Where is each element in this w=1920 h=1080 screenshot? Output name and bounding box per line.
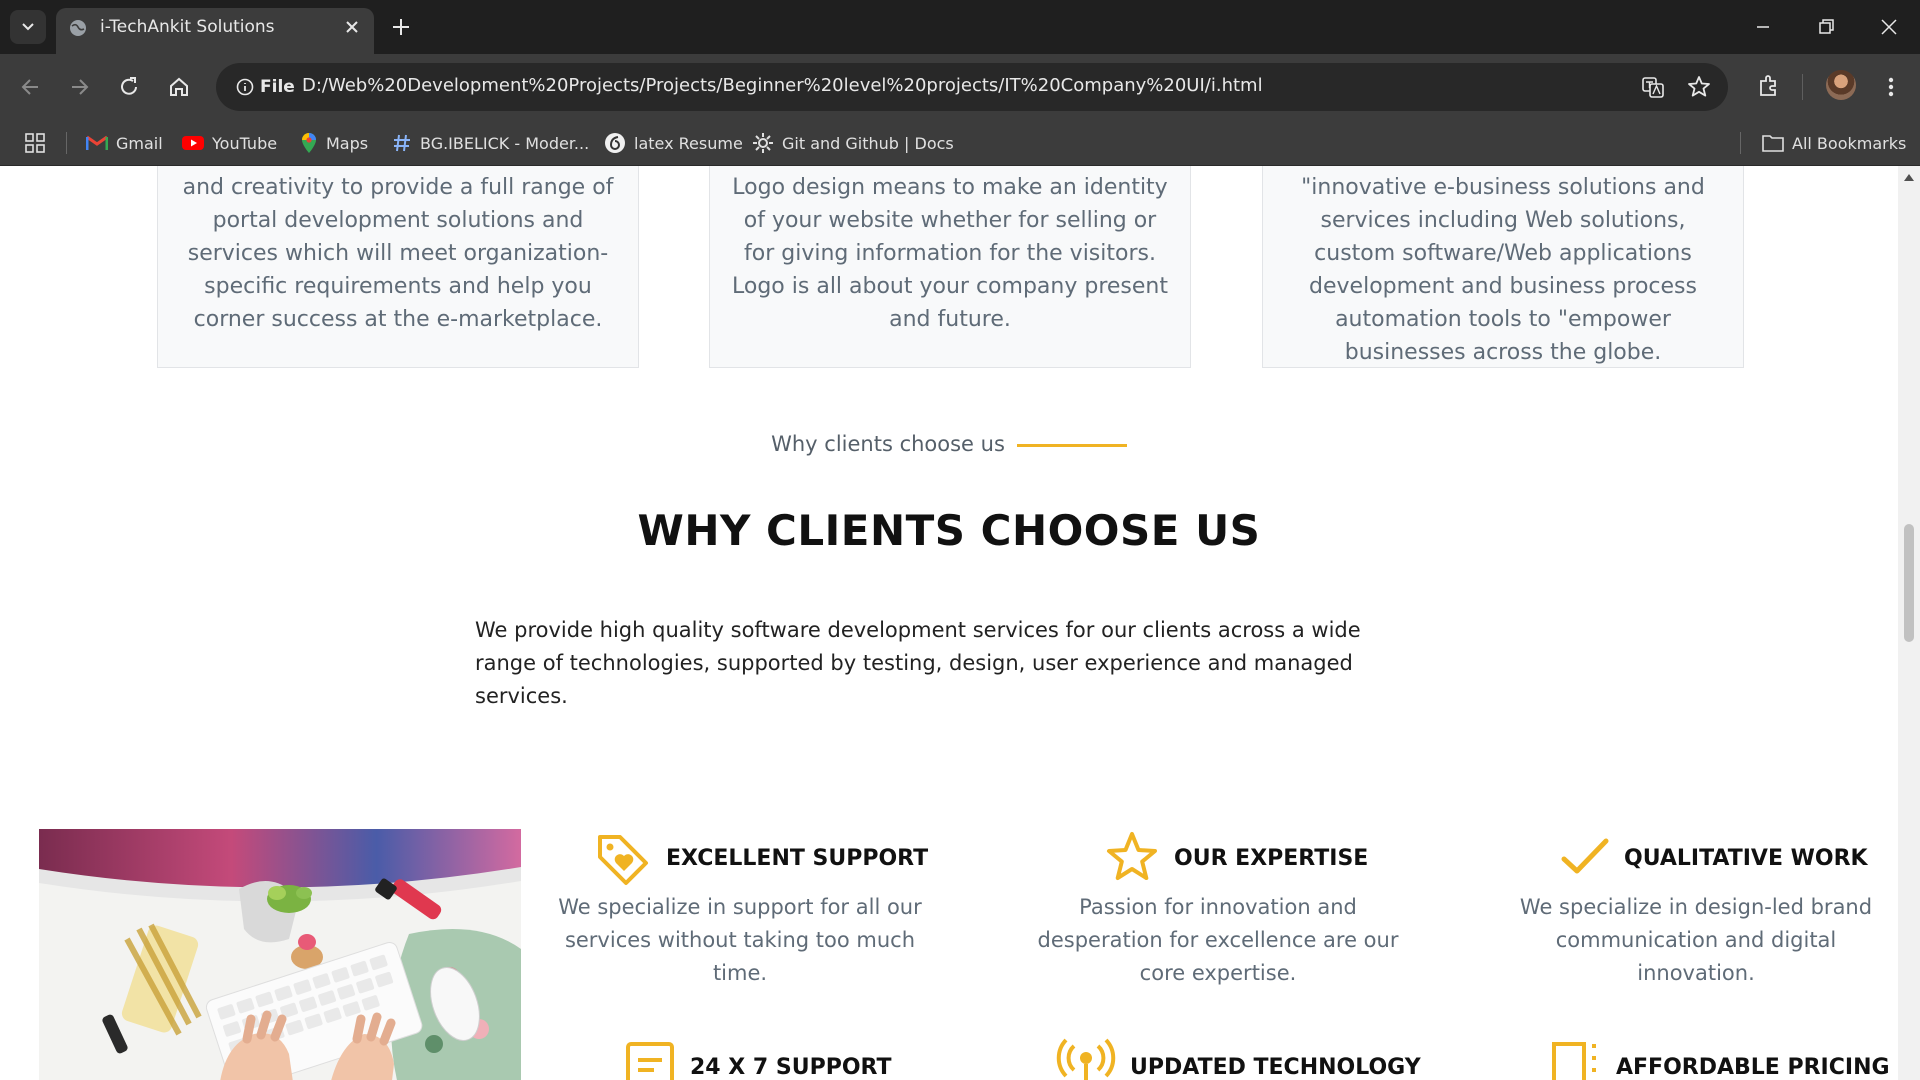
bookmarks-divider: [66, 132, 67, 154]
bookmark-maps[interactable]: Maps: [300, 132, 368, 154]
site-info-button[interactable]: File: [226, 71, 305, 103]
profile-avatar[interactable]: [1826, 70, 1856, 100]
feature-title: OUR EXPERTISE: [1174, 845, 1369, 871]
url-text[interactable]: D:/Web%20Development%20Projects/Projects…: [302, 75, 1263, 96]
back-icon[interactable]: [16, 72, 46, 102]
service-card-text: "innovative e-business solutions and ser…: [1301, 175, 1705, 365]
tab-search-button[interactable]: [10, 10, 46, 44]
feature-head: EXCELLENT SUPPORT: [594, 829, 928, 887]
youtube-icon: [182, 136, 204, 150]
desk-photo-illustration: [39, 829, 521, 1080]
bookmark-latex-resume[interactable]: latex Resume: [604, 132, 743, 154]
folder-icon: [1762, 135, 1784, 152]
extensions-icon[interactable]: [1754, 72, 1784, 102]
tag-heart-icon: [598, 835, 648, 885]
bookmark-label: YouTube: [212, 133, 278, 153]
bookmark-label: Gmail: [116, 133, 163, 153]
eyebrow-accent-line: [1016, 443, 1127, 447]
all-bookmarks-label: All Bookmarks: [1792, 133, 1907, 153]
feature-title: EXCELLENT SUPPORT: [666, 845, 929, 871]
feature-title: 24 X 7 SUPPORT: [690, 1054, 892, 1080]
bookmark-star-icon[interactable]: [1686, 74, 1712, 100]
maps-icon: [302, 133, 316, 153]
all-bookmarks-button[interactable]: All Bookmarks: [1762, 132, 1906, 154]
gear-icon: [753, 133, 773, 153]
feature-head: 24 X 7 SUPPORT: [624, 1038, 891, 1080]
chevron-down-icon: [22, 23, 34, 31]
pricing-icon: [1552, 1042, 1596, 1080]
bookmark-label: Maps: [326, 133, 369, 153]
bookmark-gmail[interactable]: Gmail: [86, 132, 163, 154]
globe-icon: [70, 20, 86, 36]
menu-kebab-icon[interactable]: [1876, 72, 1906, 102]
home-icon[interactable]: [164, 72, 194, 102]
bookmark-git-github[interactable]: Git and Github | Docs: [752, 132, 954, 154]
active-tab[interactable]: i-TechAnkit Solutions: [56, 8, 374, 54]
feature-title: UPDATED TECHNOLOGY: [1130, 1054, 1421, 1080]
gmail-icon: [86, 135, 108, 150]
tab-bar: i-TechAnkit Solutions: [0, 0, 1920, 54]
feature-head: QUALITATIVE WORK: [1560, 829, 1868, 887]
new-tab-icon[interactable]: [390, 16, 412, 38]
eyebrow-text: Why clients choose us: [771, 432, 1005, 456]
bookmark-label: Git and Github | Docs: [782, 133, 954, 153]
reload-icon[interactable]: [114, 72, 144, 102]
check-icon: [1561, 838, 1609, 874]
tab-title: i-TechAnkit Solutions: [100, 17, 275, 37]
service-card: Logo design means to make an identity of…: [709, 166, 1191, 368]
service-card: and creativity to provide a full range o…: [157, 166, 639, 368]
web-page: and creativity to provide a full range o…: [0, 166, 1898, 1080]
translate-icon[interactable]: [1640, 74, 1666, 100]
bookmark-bgibelick[interactable]: BG.IBELICK - Moder...: [392, 132, 589, 154]
feature-title: AFFORDABLE PRICING: [1616, 1054, 1890, 1080]
document-icon: [626, 1042, 674, 1080]
info-icon: [236, 78, 254, 96]
feature-head: OUR EXPERTISE: [1104, 829, 1368, 887]
scroll-thumb[interactable]: [1904, 524, 1914, 642]
close-tab-icon[interactable]: [342, 17, 362, 37]
section-lead: We provide high quality software develop…: [475, 618, 1361, 708]
feature-text: We specialize in support for all our ser…: [558, 895, 922, 985]
browser-toolbar: File D:/Web%20Development%20Projects/Pro…: [0, 54, 1920, 120]
service-card-text: Logo design means to make an identity of…: [732, 175, 1168, 332]
service-card-text: and creativity to provide a full range o…: [182, 175, 614, 332]
address-bar[interactable]: File D:/Web%20Development%20Projects/Pro…: [216, 63, 1728, 111]
section-heading: WHY CLIENTS CHOOSE US: [637, 506, 1261, 555]
bookmarks-bar: Gmail YouTube Maps BG.IBELICK - Moder...…: [0, 120, 1920, 166]
apps-grid-icon[interactable]: [24, 132, 46, 154]
feature-title: QUALITATIVE WORK: [1624, 845, 1868, 871]
forward-icon[interactable]: [64, 72, 94, 102]
bookmark-label: BG.IBELICK - Moder...: [420, 133, 590, 153]
broadcast-icon: [1056, 1038, 1116, 1080]
service-card: "innovative e-business solutions and ser…: [1262, 166, 1744, 368]
page-scrollbar[interactable]: [1898, 166, 1920, 1080]
bookmarks-divider: [1740, 132, 1741, 154]
toolbar-divider: [1802, 74, 1803, 100]
bookmark-label: latex Resume: [634, 133, 743, 153]
latex-icon: [605, 133, 625, 153]
star-icon: [1107, 832, 1157, 880]
feature-text: We specialize in design-led brand commun…: [1519, 895, 1873, 985]
desk-photo: [39, 829, 521, 1080]
minimize-icon[interactable]: [1752, 16, 1774, 38]
close-window-icon[interactable]: [1878, 16, 1900, 38]
section-eyebrow: Why clients choose us: [0, 432, 1898, 456]
hash-icon: [394, 134, 410, 152]
feature-text: Passion for innovation and desperation f…: [1037, 895, 1399, 985]
feature-head: AFFORDABLE PRICING: [1550, 1038, 1890, 1080]
scheme-label: File: [260, 77, 295, 97]
bookmark-youtube[interactable]: YouTube: [182, 132, 277, 154]
restore-icon[interactable]: [1815, 16, 1837, 38]
scroll-up-icon[interactable]: [1903, 172, 1915, 182]
feature-head: UPDATED TECHNOLOGY: [1056, 1038, 1421, 1080]
